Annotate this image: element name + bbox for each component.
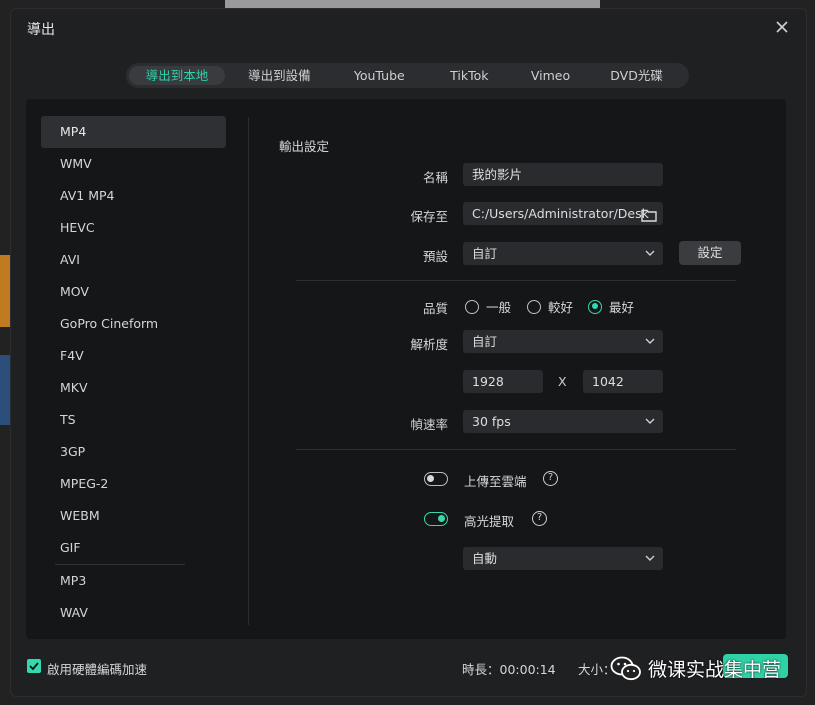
duration-readout: 時長：00:00:14: [462, 662, 556, 677]
quality-option-best[interactable]: 最好: [588, 297, 634, 316]
watermark: 微课实战集中营: [610, 655, 781, 682]
section-divider: [296, 449, 736, 450]
highlight-mode-value: 自動: [472, 551, 498, 566]
format-list: MP4 WMV AV1 MP4 HEVC AVI MOV GoPro Cinef…: [41, 116, 226, 629]
quality-option-label: 一般: [486, 300, 512, 315]
format-item-f4v[interactable]: F4V: [41, 340, 226, 372]
format-item-mov[interactable]: MOV: [41, 276, 226, 308]
format-item-mp3[interactable]: MP3: [41, 565, 226, 597]
radio-icon: [527, 299, 541, 314]
radio-icon: [465, 299, 479, 314]
close-button[interactable]: [772, 17, 792, 37]
quality-option-better[interactable]: 較好: [527, 297, 573, 316]
chevron-down-icon: [645, 330, 655, 353]
upload-cloud-label: 上傳至雲端: [464, 474, 527, 489]
quality-option-label: 最好: [609, 300, 635, 315]
width-value: 1928: [472, 374, 504, 389]
help-icon[interactable]: ?: [532, 511, 547, 526]
export-tabs: 導出到本地 導出到設備 YouTube TikTok Vimeo DVD光碟: [126, 63, 689, 88]
format-item-webm[interactable]: WEBM: [41, 500, 226, 532]
hw-accel-checkbox[interactable]: [27, 659, 41, 673]
tab-youtube[interactable]: YouTube: [334, 66, 425, 85]
format-item-gopro-cineform[interactable]: GoPro Cineform: [41, 308, 226, 340]
chevron-down-icon: [645, 547, 655, 570]
background-strip: [0, 255, 10, 327]
resolution-select[interactable]: 自訂: [463, 330, 663, 353]
name-input[interactable]: 我的影片: [463, 163, 663, 186]
export-panel: MP4 WMV AV1 MP4 HEVC AVI MOV GoPro Cinef…: [26, 99, 786, 639]
chevron-down-icon: [645, 410, 655, 433]
background-strip: [0, 355, 10, 425]
format-item-ts[interactable]: TS: [41, 404, 226, 436]
watermark-text: 微课实战集中营: [648, 659, 782, 681]
height-input[interactable]: 1042: [583, 370, 663, 393]
format-item-3gp[interactable]: 3GP: [41, 436, 226, 468]
format-item-mp4[interactable]: MP4: [41, 116, 226, 148]
help-icon[interactable]: ?: [543, 471, 558, 486]
preset-select[interactable]: 自訂: [463, 242, 663, 265]
name-label: 名稱: [422, 170, 448, 185]
save-to-label: 保存至: [410, 209, 448, 224]
quality-option-label: 較好: [548, 300, 574, 315]
wechat-logo-icon: [610, 656, 641, 680]
radio-selected-icon: [588, 299, 602, 314]
format-item-mpeg2[interactable]: MPEG-2: [41, 468, 226, 500]
hw-accel-label: 啟用硬體編碼加速: [47, 662, 148, 677]
framerate-select[interactable]: 30 fps: [463, 410, 663, 433]
format-item-hevc[interactable]: HEVC: [41, 212, 226, 244]
format-item-mkv[interactable]: MKV: [41, 372, 226, 404]
save-path-value: C:/Users/Administrator/Desk: [472, 206, 649, 221]
quality-label: 品質: [422, 301, 448, 316]
panel-divider: [248, 117, 249, 625]
format-item-gif[interactable]: GIF: [41, 532, 226, 564]
dimension-separator: X: [558, 374, 567, 389]
section-divider: [296, 280, 736, 281]
format-item-avi[interactable]: AVI: [41, 244, 226, 276]
tab-dvd[interactable]: DVD光碟: [587, 66, 686, 85]
height-value: 1042: [592, 374, 624, 389]
format-item-wmv[interactable]: WMV: [41, 148, 226, 180]
name-input-value: 我的影片: [472, 167, 523, 182]
dialog-title: 導出: [27, 22, 55, 38]
close-icon: [776, 21, 788, 33]
output-settings-title: 輸出設定: [279, 139, 330, 154]
folder-icon[interactable]: [641, 206, 657, 222]
tab-export-local[interactable]: 導出到本地: [129, 66, 225, 85]
chevron-down-icon: [645, 242, 655, 265]
preset-label: 預設: [422, 249, 448, 264]
framerate-label: 幀速率: [410, 417, 448, 432]
upload-cloud-toggle[interactable]: [424, 472, 448, 486]
tab-vimeo[interactable]: Vimeo: [514, 66, 587, 85]
settings-button[interactable]: 設定: [679, 241, 741, 265]
save-path-input[interactable]: C:/Users/Administrator/Desk: [463, 202, 663, 225]
format-item-av1-mp4[interactable]: AV1 MP4: [41, 180, 226, 212]
highlight-mode-select[interactable]: 自動: [463, 547, 663, 570]
resolution-select-value: 自訂: [472, 334, 498, 349]
checkmark-icon: [29, 662, 39, 671]
format-item-wav[interactable]: WAV: [41, 597, 226, 629]
resolution-label: 解析度: [410, 337, 448, 352]
quality-option-normal[interactable]: 一般: [465, 297, 511, 316]
tab-tiktok[interactable]: TikTok: [425, 66, 514, 85]
highlight-toggle[interactable]: [424, 512, 448, 526]
tab-export-device[interactable]: 導出到設備: [225, 66, 334, 85]
framerate-select-value: 30 fps: [472, 414, 511, 429]
export-dialog: 導出 導出到本地 導出到設備 YouTube TikTok Vimeo DVD光…: [10, 8, 807, 697]
highlight-label: 高光提取: [464, 514, 515, 529]
preset-select-value: 自訂: [472, 246, 498, 261]
width-input[interactable]: 1928: [463, 370, 543, 393]
